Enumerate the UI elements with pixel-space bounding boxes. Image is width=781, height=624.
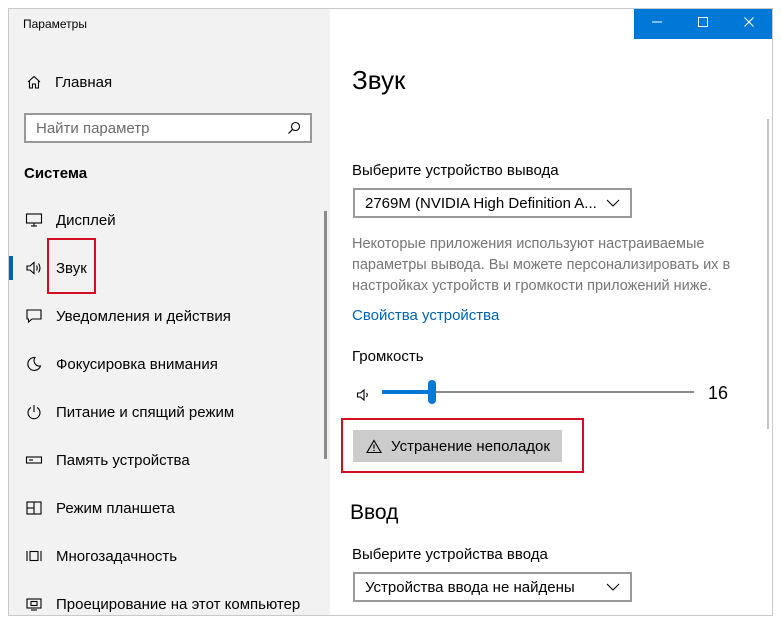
sidebar-item-storage[interactable]: Память устройства [9,437,321,483]
input-section-heading: Ввод [350,501,399,524]
sidebar: Параметры Главная Система Дисплей [9,9,330,615]
sidebar-item-projection[interactable]: Проецирование на этот компьютер [9,581,321,615]
projection-icon [24,594,44,614]
close-icon [743,15,755,33]
minimize-button[interactable] [634,9,680,39]
input-device-label: Выберите устройства ввода [352,546,548,563]
sidebar-item-label: Дисплей [56,211,116,229]
window-controls [634,9,772,39]
speaker-icon [24,258,44,278]
home-icon [25,73,43,91]
maximize-button[interactable] [680,9,726,39]
sidebar-item-power[interactable]: Питание и спящий режим [9,389,321,435]
volume-slider-fill [382,390,432,394]
search-icon[interactable] [286,120,302,136]
section-title-system: Система [24,165,88,182]
content-scrollbar[interactable] [767,119,769,429]
settings-window: Параметры Главная Система Дисплей [8,8,773,616]
sidebar-item-focus-assist[interactable]: Фокусировка внимания [9,341,321,387]
input-device-value: Устройства ввода не найдены [365,578,575,596]
minimize-icon [651,15,663,33]
annotation-highlight-sound [47,238,96,294]
power-icon [24,402,44,422]
output-device-label: Выберите устройство вывода [352,162,559,179]
sidebar-item-label: Уведомления и действия [56,307,231,325]
sidebar-item-label: Память устройства [56,451,190,469]
volume-icon[interactable] [355,386,373,404]
sidebar-item-label: Питание и спящий режим [56,403,235,421]
sidebar-item-display[interactable]: Дисплей [9,197,321,243]
sidebar-item-label: Режим планшета [56,499,175,517]
home-nav-item[interactable]: Главная [25,71,112,93]
page-title: Звук [352,65,406,95]
volume-value: 16 [708,383,729,403]
output-device-value: 2769M (NVIDIA High Definition A... [365,194,597,212]
sidebar-item-notifications[interactable]: Уведомления и действия [9,293,321,339]
chevron-down-icon [602,583,624,591]
annotation-highlight-troubleshoot [341,418,584,473]
tablet-icon [24,498,44,518]
storage-icon [24,450,44,470]
input-device-dropdown[interactable]: Устройства ввода не найдены [353,572,632,602]
device-properties-link[interactable]: Свойства устройства [352,307,499,324]
moon-icon [24,354,44,374]
chevron-down-icon [602,199,624,207]
app-title: Параметры [23,17,87,31]
monitor-icon [24,210,44,230]
sidebar-item-label: Фокусировка внимания [56,355,218,373]
home-label: Главная [55,73,113,91]
main-content: Звук Выберите устройство вывода 2769M (N… [330,9,772,615]
output-device-dropdown[interactable]: 2769M (NVIDIA High Definition A... [353,188,632,218]
maximize-icon [697,15,709,33]
search-input[interactable] [26,118,286,138]
notification-icon [24,306,44,326]
search-box[interactable] [24,113,312,143]
close-button[interactable] [726,9,772,39]
volume-label: Громкость [352,348,424,365]
sidebar-item-label: Проецирование на этот компьютер [56,595,301,613]
sidebar-item-tablet-mode[interactable]: Режим планшета [9,485,321,531]
multitask-icon [24,546,44,566]
volume-slider-thumb[interactable] [428,380,436,404]
volume-slider[interactable] [382,380,694,404]
sidebar-item-multitasking[interactable]: Многозадачность [9,533,321,579]
sidebar-item-label: Многозадачность [56,547,178,565]
output-description: Некоторые приложения используют настраив… [352,236,731,294]
sidebar-scrollbar[interactable] [324,211,327,459]
active-indicator [9,256,13,280]
